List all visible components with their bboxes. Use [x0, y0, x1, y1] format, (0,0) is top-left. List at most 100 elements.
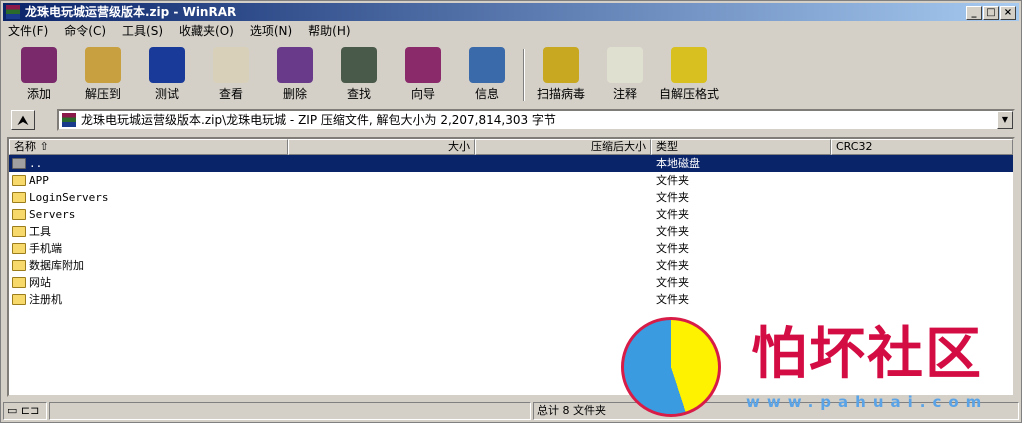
row-crc — [831, 291, 1013, 308]
row-size — [288, 257, 475, 274]
row-packed — [475, 155, 651, 172]
row-name: 工具 — [29, 225, 51, 238]
table-row[interactable]: 工具 文件夹 — [9, 223, 1013, 240]
menu-help[interactable]: 帮助(H) — [305, 22, 353, 41]
row-name: APP — [29, 174, 49, 187]
toolbar-button-2-toolbar2[interactable]: 自解压格式 — [657, 45, 721, 103]
row-packed — [475, 274, 651, 291]
col-name[interactable]: 名称 ⇧ — [9, 139, 288, 155]
row-name: 注册机 — [29, 293, 62, 306]
row-crc — [831, 189, 1013, 206]
toolbar-icon — [277, 47, 313, 83]
toolbar-button-5-toolbar[interactable]: 查找 — [327, 45, 391, 103]
table-row[interactable]: APP 文件夹 — [9, 172, 1013, 189]
row-size — [288, 240, 475, 257]
toolbar-button-0-toolbar2[interactable]: 扫描病毒 — [529, 45, 593, 103]
col-packed[interactable]: 压缩后大小 — [475, 139, 651, 155]
toolbar-button-2-toolbar[interactable]: 测试 — [135, 45, 199, 103]
row-name: 手机端 — [29, 242, 62, 255]
table-row[interactable]: 网站 文件夹 — [9, 274, 1013, 291]
menu-bar: 文件(F) 命令(C) 工具(S) 收藏夹(O) 选项(N) 帮助(H) — [5, 22, 354, 41]
row-type: 文件夹 — [656, 259, 689, 272]
minimize-button[interactable]: _ — [966, 6, 982, 20]
toolbar-label: 添加 — [26, 87, 51, 101]
row-type: 文件夹 — [656, 242, 689, 255]
toolbar-button-0-toolbar[interactable]: 添加 — [7, 45, 71, 103]
toolbar-label: 查看 — [218, 87, 243, 101]
toolbar-icon — [85, 47, 121, 83]
status-selection — [49, 402, 531, 420]
file-list: 名称 ⇧ 大小 压缩后大小 类型 CRC32 .. 本地磁盘 APP 文件夹 Login… — [7, 137, 1015, 397]
table-row[interactable]: 手机端 文件夹 — [9, 240, 1013, 257]
table-row[interactable]: LoginServers 文件夹 — [9, 189, 1013, 206]
path-combo[interactable]: 龙珠电玩城运营级版本.zip\龙珠电玩城 - ZIP 压缩文件, 解包大小为 2… — [57, 109, 1015, 131]
folder-icon — [12, 243, 26, 254]
row-size — [288, 189, 475, 206]
status-drive-icons: ▭ ⊏⊐ — [3, 402, 47, 420]
toolbar-icon — [341, 47, 377, 83]
row-crc — [831, 274, 1013, 291]
col-crc[interactable]: CRC32 — [831, 139, 1013, 155]
toolbar-label: 扫描病毒 — [536, 87, 585, 101]
toolbar-icon — [21, 47, 57, 83]
toolbar-icon — [149, 47, 185, 83]
toolbar-icon — [213, 47, 249, 83]
toolbar-label: 自解压格式 — [658, 87, 719, 101]
menu-tools[interactable]: 工具(S) — [119, 22, 166, 41]
toolbar-label: 信息 — [474, 87, 499, 101]
table-row[interactable]: 数据库附加 文件夹 — [9, 257, 1013, 274]
close-button[interactable]: × — [1000, 6, 1016, 20]
path-text: 龙珠电玩城运营级版本.zip\龙珠电玩城 - ZIP 压缩文件, 解包大小为 2… — [81, 113, 556, 127]
toolbar-icon — [469, 47, 505, 83]
toolbar-separator — [523, 49, 525, 101]
toolbar-button-4-toolbar[interactable]: 删除 — [263, 45, 327, 103]
table-row[interactable]: .. 本地磁盘 — [9, 155, 1013, 172]
row-packed — [475, 172, 651, 189]
row-crc — [831, 155, 1013, 172]
menu-file[interactable]: 文件(F) — [5, 22, 51, 41]
row-size — [288, 206, 475, 223]
table-row[interactable]: 注册机 文件夹 — [9, 291, 1013, 308]
up-folder-button[interactable]: ⮝ — [11, 110, 35, 130]
folder-icon — [12, 158, 26, 169]
address-bar: ⮝ 龙珠电玩城运营级版本.zip\龙珠电玩城 - ZIP 压缩文件, 解包大小为… — [7, 108, 1015, 132]
folder-icon — [12, 192, 26, 203]
row-name: .. — [29, 157, 43, 170]
col-type[interactable]: 类型 — [651, 139, 831, 155]
row-type: 文件夹 — [656, 208, 689, 221]
row-crc — [831, 172, 1013, 189]
folder-icon — [12, 226, 26, 237]
row-crc — [831, 206, 1013, 223]
toolbar: 添加 解压到 测试 查看 删除 查找 向导 信息 扫描病毒 注释 自解压格式 — [7, 45, 1015, 105]
row-packed — [475, 206, 651, 223]
toolbar-button-7-toolbar[interactable]: 信息 — [455, 45, 519, 103]
row-type: 文件夹 — [656, 174, 689, 187]
row-packed — [475, 257, 651, 274]
column-header: 名称 ⇧ 大小 压缩后大小 类型 CRC32 — [9, 139, 1013, 155]
status-bar: ▭ ⊏⊐ 总计 8 文件夹 — [3, 402, 1019, 420]
row-packed — [475, 223, 651, 240]
maximize-button[interactable]: □ — [983, 6, 999, 20]
folder-icon — [12, 175, 26, 186]
window-title: 龙珠电玩城运营级版本.zip - WinRAR — [25, 5, 237, 19]
toolbar-button-1-toolbar[interactable]: 解压到 — [71, 45, 135, 103]
status-total: 总计 8 文件夹 — [533, 402, 1019, 420]
menu-commands[interactable]: 命令(C) — [61, 22, 109, 41]
table-row[interactable]: Servers 文件夹 — [9, 206, 1013, 223]
row-name: 网站 — [29, 276, 51, 289]
toolbar-button-6-toolbar[interactable]: 向导 — [391, 45, 455, 103]
row-name: Servers — [29, 208, 76, 221]
toolbar-button-3-toolbar[interactable]: 查看 — [199, 45, 263, 103]
row-packed — [475, 291, 651, 308]
menu-favorites[interactable]: 收藏夹(O) — [176, 22, 237, 41]
toolbar-label: 解压到 — [84, 87, 121, 101]
toolbar-icon — [607, 47, 643, 83]
folder-icon — [12, 294, 26, 305]
col-size[interactable]: 大小 — [288, 139, 475, 155]
folder-icon — [12, 260, 26, 271]
toolbar-icon — [671, 47, 707, 83]
toolbar-button-1-toolbar2[interactable]: 注释 — [593, 45, 657, 103]
row-type: 本地磁盘 — [656, 157, 700, 170]
dropdown-arrow-icon[interactable]: ▼ — [997, 111, 1013, 129]
menu-options[interactable]: 选项(N) — [247, 22, 295, 41]
